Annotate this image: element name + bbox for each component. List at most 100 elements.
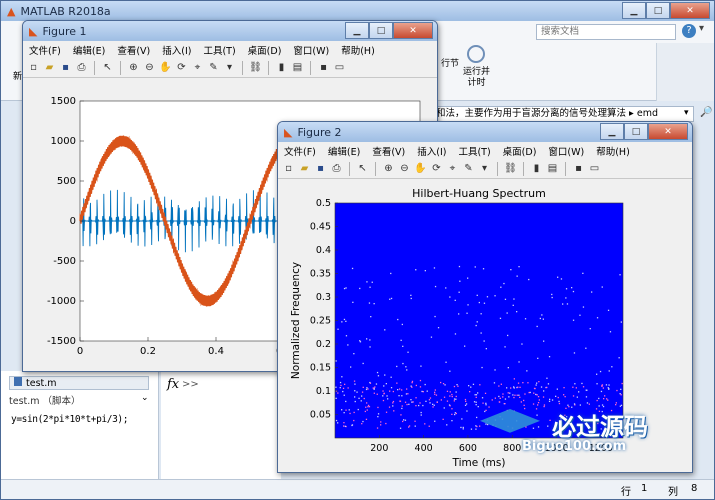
spectrum-point (475, 401, 477, 403)
zoom-out-icon[interactable]: ⊖ (143, 61, 156, 74)
save-icon[interactable]: ▪ (314, 162, 327, 175)
pointer-icon[interactable]: ↖ (101, 61, 114, 74)
editor-tab[interactable]: test.m (9, 376, 149, 390)
minimize-button[interactable]: ▁ (622, 2, 646, 19)
maximize-button[interactable]: □ (369, 22, 393, 39)
spectrum-point (433, 267, 436, 269)
spectrum-point (401, 405, 403, 407)
spectrum-point (366, 409, 368, 411)
minimize-button[interactable]: ▁ (600, 123, 624, 140)
menu-help[interactable]: 帮助(H) (596, 144, 630, 158)
open-icon[interactable]: ▰ (298, 162, 311, 175)
maximize-button[interactable]: □ (646, 2, 670, 19)
options-icon[interactable]: ▾ (699, 23, 704, 34)
menu-window[interactable]: 窗口(W) (293, 43, 329, 57)
menu-view[interactable]: 查看(V) (372, 144, 405, 158)
spectrum-point (601, 286, 603, 288)
menu-edit[interactable]: 编辑(E) (73, 43, 105, 57)
menu-file[interactable]: 文件(F) (284, 144, 316, 158)
address-bar[interactable]: 和法，主要作为用于盲源分离的信号处理算法 ▸ emd (431, 106, 694, 122)
spectrum-point (335, 360, 337, 362)
spectrum-point (582, 386, 585, 388)
legend-icon[interactable]: ▤ (291, 61, 304, 74)
spectrum-point (542, 396, 545, 398)
run-section-label[interactable]: 行节 (441, 56, 459, 69)
spectrum-point (408, 403, 410, 405)
spectrum-point (572, 319, 575, 321)
brush-icon[interactable]: ✎ (462, 162, 475, 175)
spectrum-point (477, 406, 479, 408)
file-info-chevron-icon[interactable]: ⌄ (141, 393, 149, 403)
menu-help[interactable]: 帮助(H) (341, 43, 375, 57)
spectrum-point (399, 427, 402, 429)
spectrum-point (399, 400, 402, 402)
menu-desktop[interactable]: 桌面(D) (503, 144, 537, 158)
pan-icon[interactable]: ✋ (414, 162, 427, 175)
new-label[interactable]: 新 (13, 69, 22, 82)
zoom-out-icon[interactable]: ⊖ (398, 162, 411, 175)
close-button[interactable]: ✕ (393, 22, 433, 39)
dock-icon[interactable]: ▭ (333, 61, 346, 74)
close-button[interactable]: ✕ (670, 2, 710, 19)
help-icon[interactable]: ? (682, 24, 696, 38)
menu-desktop[interactable]: 桌面(D) (248, 43, 282, 57)
link-icon[interactable]: ⛓ (249, 61, 262, 74)
y-tick-label: 0.5 (316, 198, 331, 209)
menu-view[interactable]: 查看(V) (117, 43, 150, 57)
rotate-icon[interactable]: ⟳ (430, 162, 443, 175)
y-tick-label: 0 (70, 216, 76, 227)
data-cursor-icon[interactable]: ⌖ (191, 61, 204, 74)
search-box[interactable]: 搜索文档 (536, 24, 676, 40)
menu-tools[interactable]: 工具(T) (458, 144, 490, 158)
new-figure-icon[interactable]: ▫ (27, 61, 40, 74)
maximize-button[interactable]: □ (624, 123, 648, 140)
rotate-icon[interactable]: ⟳ (175, 61, 188, 74)
pan-icon[interactable]: ✋ (159, 61, 172, 74)
run-timer-icon[interactable] (467, 45, 485, 63)
dock-icon[interactable]: ▭ (588, 162, 601, 175)
menu-insert[interactable]: 插入(I) (162, 43, 191, 57)
spectrum-point (433, 404, 435, 406)
spectrum-point (428, 399, 431, 401)
brush-dropdown-icon[interactable]: ▾ (223, 61, 236, 74)
minimize-button[interactable]: ▁ (345, 22, 369, 39)
browse-icon[interactable]: 🔎 (700, 107, 712, 118)
hide-tools-icon[interactable]: ▪ (317, 61, 330, 74)
spectrum-point (365, 388, 368, 391)
spectrum-point (596, 399, 598, 402)
spectrum-point (434, 391, 436, 393)
colorbar-icon[interactable]: ▮ (275, 61, 288, 74)
menu-tools[interactable]: 工具(T) (203, 43, 235, 57)
spectrum-point (337, 392, 339, 394)
spectrum-point (538, 399, 540, 401)
spectrum-point (449, 370, 451, 372)
link-icon[interactable]: ⛓ (504, 162, 517, 175)
save-icon[interactable]: ▪ (59, 61, 72, 74)
address-dropdown-icon[interactable]: ▾ (684, 108, 689, 118)
menu-file[interactable]: 文件(F) (29, 43, 61, 57)
open-icon[interactable]: ▰ (43, 61, 56, 74)
spectrum-point (528, 278, 530, 281)
colorbar-icon[interactable]: ▮ (530, 162, 543, 175)
menu-edit[interactable]: 编辑(E) (328, 144, 360, 158)
new-figure-icon[interactable]: ▫ (282, 162, 295, 175)
print-icon[interactable]: ⎙ (75, 61, 88, 74)
print-icon[interactable]: ⎙ (330, 162, 343, 175)
y-axis-label: Normalized Frequency (290, 262, 302, 379)
brush-icon[interactable]: ✎ (207, 61, 220, 74)
hide-tools-icon[interactable]: ▪ (572, 162, 585, 175)
brush-dropdown-icon[interactable]: ▾ (478, 162, 491, 175)
menu-insert[interactable]: 插入(I) (417, 144, 446, 158)
zoom-in-icon[interactable]: ⊕ (382, 162, 395, 175)
legend-icon[interactable]: ▤ (546, 162, 559, 175)
run-timer-label[interactable]: 运行并 计时 (463, 67, 490, 89)
menu-window[interactable]: 窗口(W) (548, 144, 584, 158)
spectrum-point (366, 281, 368, 283)
spectrum-point (608, 388, 610, 390)
zoom-in-icon[interactable]: ⊕ (127, 61, 140, 74)
close-button[interactable]: ✕ (648, 123, 688, 140)
data-cursor-icon[interactable]: ⌖ (446, 162, 459, 175)
spectrum-point (424, 270, 426, 272)
pointer-icon[interactable]: ↖ (356, 162, 369, 175)
spectrum-point (481, 397, 484, 399)
